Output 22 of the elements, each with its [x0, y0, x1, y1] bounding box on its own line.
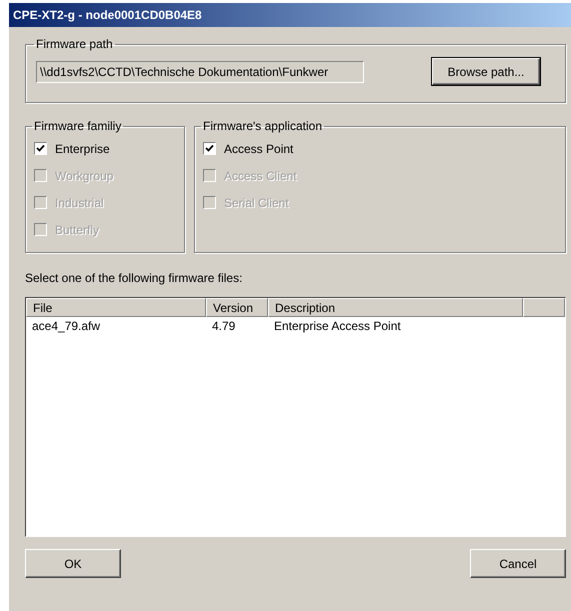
- ok-button[interactable]: OK: [25, 549, 121, 578]
- path-field[interactable]: \\dd1svfs2\CCTD\Technische Dokumentation\Funkwer: [36, 60, 364, 82]
- column-header[interactable]: File: [26, 298, 206, 317]
- file-row[interactable]: ace4_79.afw 4.79 Enterprise Access Point: [26, 317, 565, 334]
- checkbox[interactable]: [203, 142, 216, 155]
- group-label: Firmware's application: [202, 119, 323, 133]
- checkmark-icon: [36, 144, 45, 153]
- checkbox-label[interactable]: Access Point: [224, 142, 294, 156]
- browse-button[interactable]: Browse path...: [432, 58, 540, 85]
- group-label: Firmware path: [35, 37, 114, 51]
- checkmark-icon: [205, 144, 214, 153]
- table-cell: 4.79: [212, 318, 236, 332]
- window-title: CPE-XT2-g - node0001CD0B04E8: [13, 8, 202, 22]
- group-label: Firmware familiy: [33, 119, 122, 133]
- column-header[interactable]: Version: [206, 298, 268, 317]
- table-cell: ace4_79.afw: [32, 318, 100, 332]
- cancel-button[interactable]: Cancel: [470, 549, 566, 578]
- checkbox[interactable]: [34, 142, 47, 155]
- column-header[interactable]: Description: [268, 298, 523, 317]
- table-cell: Enterprise Access Point: [274, 318, 401, 332]
- checkbox-label[interactable]: Enterprise: [55, 142, 110, 156]
- instruction-text: Select one of the following firmware files:: [25, 271, 244, 285]
